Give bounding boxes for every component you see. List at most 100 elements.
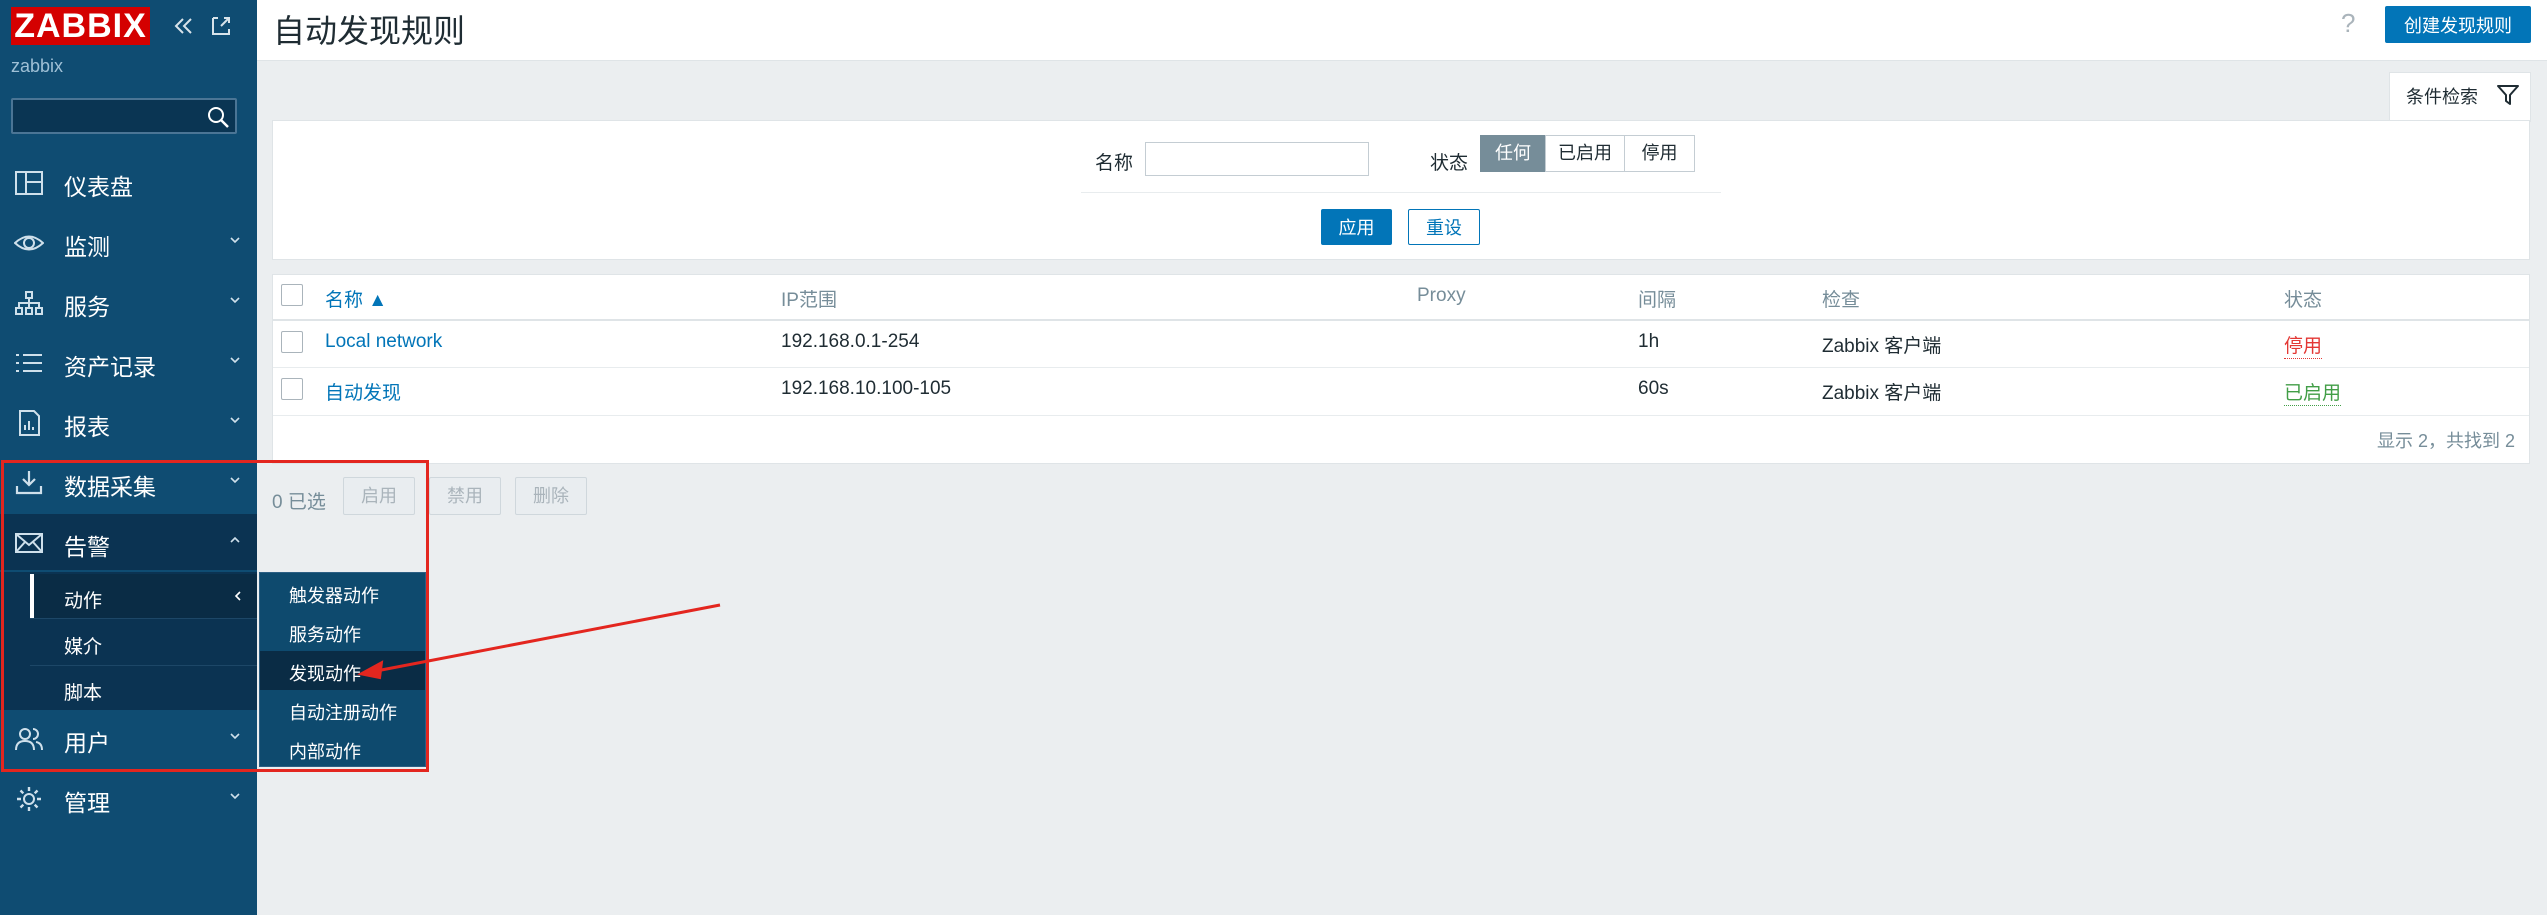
delete-button[interactable]: 删除	[515, 477, 587, 515]
chevron-down-icon	[230, 733, 240, 740]
menu-item-label: 仪表盘	[64, 174, 133, 200]
status-option-enabled[interactable]: 已启用	[1545, 135, 1625, 172]
header-divider	[273, 319, 2529, 321]
select-all-checkbox[interactable]	[281, 284, 303, 306]
menu-item-label: 告警	[64, 534, 110, 560]
filter-divider	[1081, 192, 1721, 193]
table-summary: 显示 2，共找到 2	[2376, 431, 2515, 451]
filter-tab[interactable]: 条件检索	[2389, 72, 2531, 122]
menu-item-dashboard[interactable]: 仪表盘	[0, 154, 257, 210]
menu-item-label: 资产记录	[64, 354, 156, 380]
list-icon	[16, 354, 42, 372]
help-icon[interactable]: ?	[2341, 8, 2355, 39]
menu-item-administration[interactable]: 管理	[0, 770, 257, 826]
report-icon	[19, 410, 40, 436]
submenu-item-label: 脚本	[64, 683, 103, 704]
sidebar-search	[11, 98, 237, 134]
menu-item-reports[interactable]: 报表	[0, 394, 257, 450]
filter-icon	[2497, 85, 2519, 105]
flyout-item-label: 服务动作	[289, 625, 361, 645]
column-header-checks: 检查	[1822, 290, 1861, 311]
chevron-down-icon	[230, 477, 240, 484]
sidebar-search-input[interactable]	[13, 100, 209, 132]
rule-name-link[interactable]: 自动发现	[325, 378, 401, 405]
status-option-disabled[interactable]: 停用	[1624, 135, 1695, 172]
alerts-submenu: 动作 媒介 脚本	[0, 572, 257, 710]
ip-range-cell: 192.168.0.1-254	[781, 331, 920, 352]
enable-button[interactable]: 启用	[343, 477, 415, 515]
submenu-item-media[interactable]: 媒介	[30, 620, 257, 664]
column-header-ip-range: IP范围	[781, 290, 837, 311]
create-discovery-rule-button[interactable]: 创建发现规则	[2385, 6, 2531, 43]
flyout-item-label: 发现动作	[289, 664, 361, 684]
disable-button[interactable]: 禁用	[429, 477, 501, 515]
envelope-icon	[15, 533, 43, 553]
ip-range-cell: 192.168.10.100-105	[781, 378, 952, 399]
status-toggle-enabled[interactable]: 已启用	[2284, 378, 2342, 406]
rule-name-link[interactable]: Local network	[325, 331, 442, 353]
apply-button[interactable]: 应用	[1321, 209, 1392, 245]
menu-item-label: 用户	[64, 730, 110, 756]
row-checkbox[interactable]	[281, 378, 303, 400]
discovery-rules-table: 名称 ▲ IP范围 Proxy 间隔 检查 状态 Local network 1…	[272, 274, 2530, 464]
divider	[30, 618, 257, 619]
menu-item-label: 数据采集	[64, 474, 156, 500]
collapse-sidebar-icon[interactable]	[170, 12, 198, 40]
menu-item-data-collection[interactable]: 数据采集	[0, 454, 257, 510]
column-header-proxy: Proxy	[1417, 285, 1466, 306]
download-icon	[15, 471, 43, 495]
name-filter-input[interactable]	[1145, 142, 1369, 176]
interval-cell: 60s	[1638, 378, 1669, 399]
status-label: 状态	[1430, 153, 1469, 174]
menu-item-label: 服务	[64, 294, 110, 320]
chevron-down-icon	[230, 357, 240, 364]
menu-item-label: 管理	[64, 790, 110, 816]
eye-icon	[14, 235, 44, 251]
menu-item-label: 报表	[64, 414, 110, 440]
submenu-item-label: 动作	[64, 591, 103, 612]
submenu-item-label: 媒介	[64, 637, 103, 658]
menu-item-alerts[interactable]: 告警	[0, 514, 257, 570]
zabbix-logo[interactable]: ZABBIX	[11, 7, 150, 45]
menu-item-label: 监测	[64, 234, 110, 260]
row-divider	[273, 415, 2529, 416]
dashboard-icon	[15, 171, 43, 195]
flyout-item-discovery-actions[interactable]: 发现动作	[260, 651, 425, 690]
status-toggle-disabled[interactable]: 停用	[2284, 331, 2323, 359]
hierarchy-icon	[15, 291, 43, 315]
chevron-down-icon	[230, 237, 240, 244]
sidebar-username: zabbix	[11, 56, 64, 76]
menu-item-inventory[interactable]: 资产记录	[0, 334, 257, 390]
chevron-down-icon	[230, 793, 240, 800]
chevron-down-icon	[230, 297, 240, 304]
menu-item-services[interactable]: 服务	[0, 274, 257, 330]
status-option-any[interactable]: 任何	[1480, 135, 1546, 172]
gear-icon	[17, 787, 41, 811]
menu-item-users[interactable]: 用户	[0, 710, 257, 766]
flyout-item-label: 内部动作	[289, 742, 361, 762]
row-divider	[273, 367, 2529, 368]
menu-item-monitoring[interactable]: 监测	[0, 214, 257, 270]
column-header-name[interactable]: 名称 ▲	[325, 285, 387, 312]
reset-button[interactable]: 重设	[1408, 209, 1480, 245]
submenu-item-scripts[interactable]: 脚本	[30, 666, 257, 710]
filter-tab-label: 条件检索	[2406, 87, 2478, 107]
flyout-item-label: 自动注册动作	[289, 703, 397, 723]
flyout-item-internal-actions[interactable]: 内部动作	[260, 729, 425, 768]
page-header: 自动发现规则 ? 创建发现规则	[257, 0, 2547, 61]
sidebar: ZABBIX zabbix 仪表盘 监测 服务 资产记录 报表 数据采集 告警 …	[0, 0, 257, 915]
search-icon[interactable]	[206, 105, 230, 129]
flyout-item-service-actions[interactable]: 服务动作	[260, 612, 425, 651]
flyout-item-trigger-actions[interactable]: 触发器动作	[260, 573, 425, 612]
flyout-item-label: 触发器动作	[289, 586, 379, 606]
page-title: 自动发现规则	[273, 13, 466, 49]
flyout-item-autoregistration-actions[interactable]: 自动注册动作	[260, 690, 425, 729]
chevron-down-icon	[230, 417, 240, 424]
row-checkbox[interactable]	[281, 331, 303, 353]
checks-cell: Zabbix 客户端	[1822, 383, 1942, 404]
interval-cell: 1h	[1638, 331, 1660, 352]
kiosk-mode-icon[interactable]	[207, 12, 235, 40]
submenu-item-actions[interactable]: 动作	[30, 574, 257, 618]
selected-count: 0 已选	[272, 492, 326, 513]
chevron-up-icon	[230, 536, 240, 543]
